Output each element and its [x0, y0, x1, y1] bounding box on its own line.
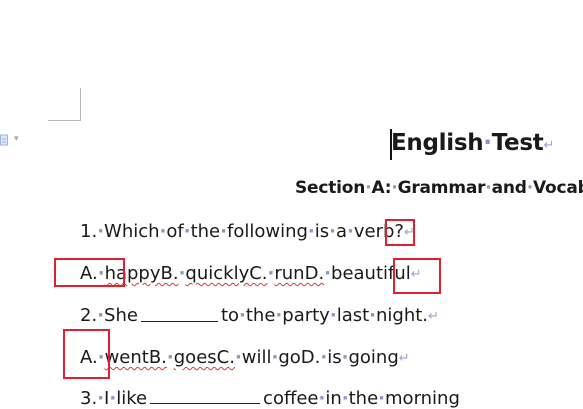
highlight-box-a2-start: [63, 329, 110, 379]
document-title: English·Test↵: [391, 130, 555, 156]
highlight-box-a1-start: [54, 258, 125, 287]
section-heading: Section·A:·Grammar·and·Vocabu: [295, 178, 583, 198]
question-2: 2.·She to·the·party·last·night.↵: [80, 305, 439, 326]
chevron-down-icon[interactable]: ▾: [14, 134, 19, 144]
page-corner-marker: [48, 88, 81, 121]
answer-options-2: A.·wentB.·goesC.·will·goD.·is·going↵: [80, 347, 410, 368]
question-1: 1.·Which·of·the·following·is·a·verb?↵: [80, 221, 415, 242]
answer-blank: [140, 307, 218, 322]
question-3: 3.·I·like coffee·in·the·morning: [80, 388, 460, 409]
answer-blank: [150, 389, 261, 404]
paragraph-mark: ↵: [398, 351, 410, 366]
paragraph-mark: ↵: [543, 138, 555, 153]
highlight-box-a1-end: [393, 258, 441, 294]
paragraph-mark: ↵: [428, 309, 439, 324]
document-icon[interactable]: [0, 134, 8, 146]
highlight-box-q1-end: [385, 219, 415, 246]
answer-options-1: A.·happyB.·quicklyC.·runD.·beautiful↵: [80, 263, 422, 284]
